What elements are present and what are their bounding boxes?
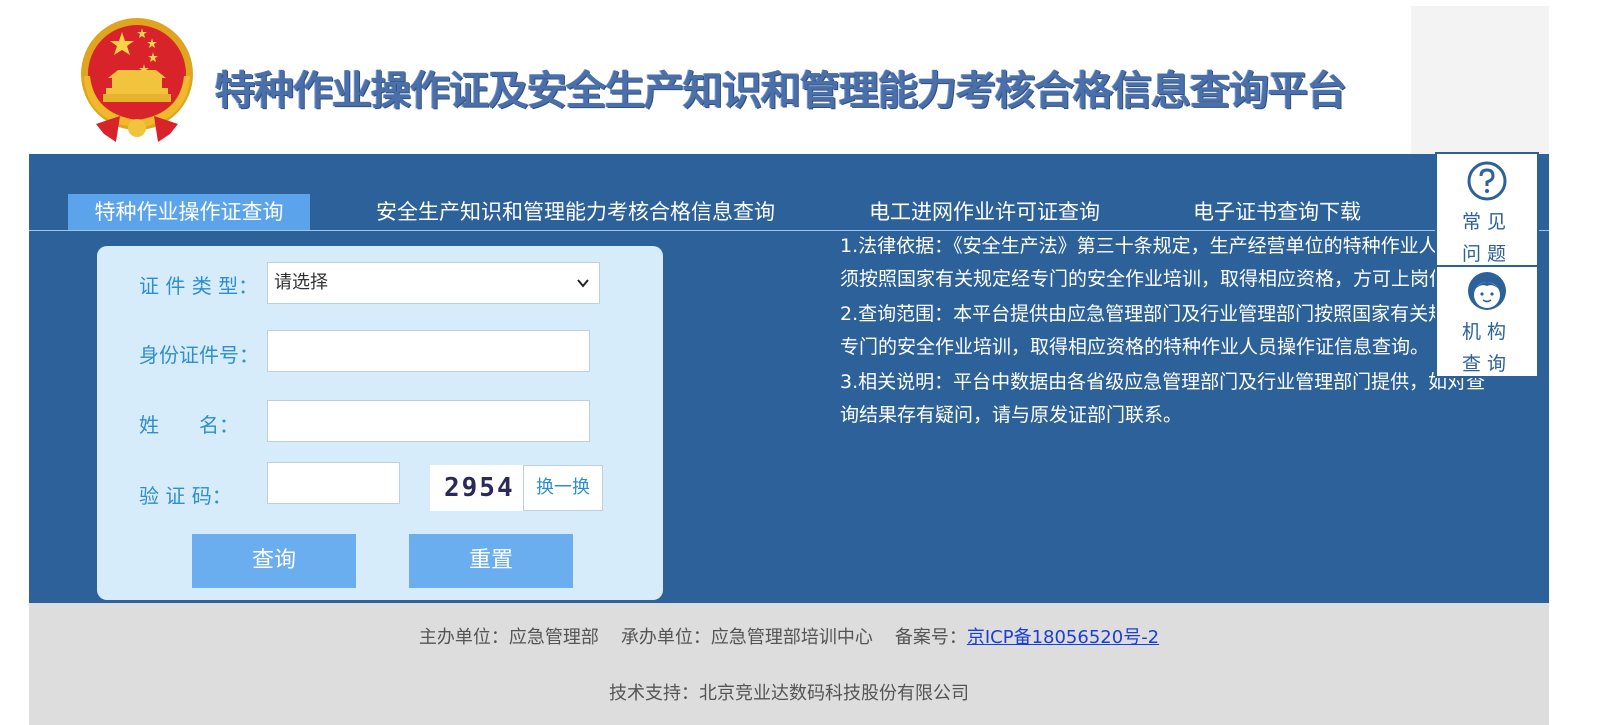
main-panel: 特种作业操作证查询 安全生产知识和管理能力考核合格信息查询 电工进网作业许可证查…	[29, 154, 1549, 619]
footer-organizer: 承办单位：应急管理部培训中心	[620, 627, 873, 648]
query-notes: 1.法律依据：《安全生产法》第三十条规定，生产经营单位的特种作业人员必须按照国家…	[840, 230, 1490, 434]
org-label-line2: 查询	[1461, 353, 1512, 375]
chevron-down-icon	[577, 263, 589, 320]
footer: 主办单位：应急管理部 承办单位：应急管理部培训中心 备案号：京ICP备1805652…	[29, 603, 1549, 725]
footer-sponsor: 主办单位：应急管理部	[418, 627, 599, 648]
captcha-label: 验 证 码：	[139, 484, 232, 508]
note-query-scope: 2.查询范围：本平台提供由应急管理部门及行业管理部门按照国家有关规定经专门的安全…	[840, 303, 1486, 358]
org-query-link[interactable]: 机构 查询	[1437, 270, 1537, 380]
name-input[interactable]	[267, 400, 590, 442]
icp-link[interactable]: 京ICP备18056520号-2	[967, 627, 1159, 648]
question-circle-icon	[1437, 160, 1537, 206]
id-number-input[interactable]	[267, 330, 590, 372]
footer-info-line: 主办单位：应急管理部 承办单位：应急管理部培训中心 备案号：京ICP备1805652…	[29, 623, 1549, 649]
side-panel-divider	[1437, 265, 1537, 267]
reset-button[interactable]: 重置	[409, 534, 573, 588]
note-legal-basis: 1.法律依据：《安全生产法》第三十条规定，生产经营单位的特种作业人员必须按照国家…	[840, 235, 1487, 290]
site-title: 特种作业操作证及安全生产知识和管理能力考核合格信息查询平台	[215, 68, 1347, 114]
tab-electronic-cert-download[interactable]: 电子证书查询下载	[1193, 194, 1361, 230]
name-label: 姓 名：	[139, 413, 239, 437]
cert-type-label: 证 件 类 型：	[139, 274, 259, 298]
national-emblem-icon	[76, 16, 198, 146]
faq-label-line1: 常见	[1461, 211, 1512, 233]
tab-special-operation-cert[interactable]: 特种作业操作证查询	[68, 194, 310, 230]
captcha-image[interactable]: 2954	[430, 465, 525, 511]
footer-tech-support: 技术支持：北京竞业达数码科技股份有限公司	[609, 683, 969, 704]
note-remarks: 3.相关说明：平台中数据由各省级应急管理部门及行业管理部门提供，如对查询结果存有…	[840, 371, 1486, 426]
tab-safety-knowledge-assessment[interactable]: 安全生产知识和管理能力考核合格信息查询	[376, 194, 775, 230]
cert-type-selected-value: 请选择	[274, 272, 328, 293]
cert-type-select[interactable]: 请选择	[267, 262, 600, 304]
query-form: 证 件 类 型： 请选择 身份证件号： 姓 名： 验 证 码： 2954 换一换…	[97, 246, 663, 600]
org-label-line1: 机构	[1461, 321, 1512, 343]
tab-electrician-grid-permit[interactable]: 电工进网作业许可证查询	[869, 194, 1100, 230]
agent-face-icon	[1437, 270, 1537, 316]
header-right-background	[1411, 6, 1549, 154]
captcha-refresh-button[interactable]: 换一换	[523, 465, 603, 511]
id-number-label: 身份证件号：	[139, 343, 259, 367]
query-button[interactable]: 查询	[192, 534, 356, 588]
footer-icp-label: 备案号：	[894, 627, 967, 648]
faq-link[interactable]: 常见 问题	[1437, 160, 1537, 270]
captcha-input[interactable]	[267, 462, 400, 504]
floating-help-panel: 常见 问题 机构 查询	[1435, 152, 1539, 378]
